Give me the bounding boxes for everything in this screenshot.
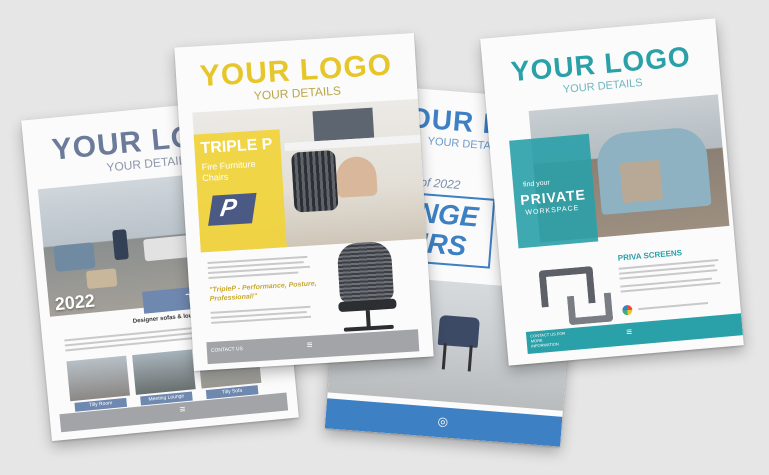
triple-headline: TRIPLE P (200, 135, 273, 158)
triple-subheadline: Fire Furniture Chairs (201, 158, 256, 184)
triple-yellow-panel: TRIPLE P Fire Furniture Chairs P (193, 129, 287, 253)
priva-teal-panel: find your PRIVATE WORKSPACE (509, 133, 599, 249)
award-badge-icon: P (208, 192, 257, 226)
office-chair-hero (290, 150, 339, 213)
triple-footer-mark: ≡ (306, 339, 313, 352)
brochure-triple-p: YOUR LOGO YOUR DETAILS TRIPLE P Fire Fur… (174, 32, 434, 372)
mesh-chair-product (336, 240, 395, 304)
triple-quote: "TripleP - Performance, Posture, Profess… (209, 280, 317, 303)
tilly-thumb-2 (132, 349, 196, 395)
triple-badge-letter: P (218, 193, 239, 223)
lounge-year-text: of 2022 (419, 174, 461, 193)
tilly-year: 2022 (53, 290, 96, 315)
priva-contact: CONTACT US FOR MORE INFORMATION (530, 330, 566, 349)
triple-footer: CONTACT US ≡ (206, 329, 420, 365)
tilly-footer-mark: ≡ (179, 404, 186, 416)
lounge-footer-mark: ◎ (437, 414, 449, 429)
tilly-thumb-1 (66, 355, 130, 402)
priva-section-title: PRIVA SCREENS (617, 248, 683, 263)
brochure-priva: YOUR LOGO YOUR DETAILS find your PRIVATE… (480, 18, 744, 366)
triple-contact: CONTACT US (210, 346, 244, 354)
priva-footer-mark: ≡ (625, 326, 633, 339)
priva-kicker: find your (522, 179, 551, 189)
priva-footer: CONTACT US FOR MORE INFORMATION ≡ (525, 313, 743, 354)
